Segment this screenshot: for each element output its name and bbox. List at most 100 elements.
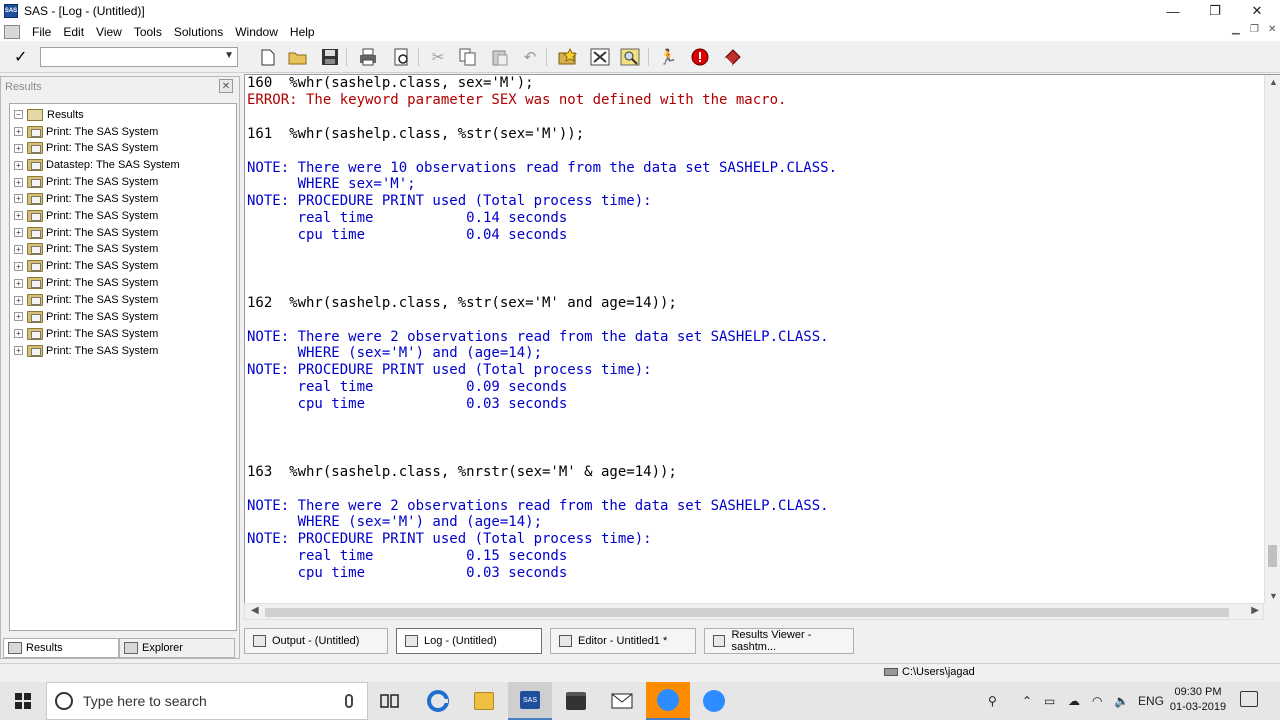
tree-item[interactable]: + Datastep: The SAS System: [14, 157, 180, 174]
open-icon[interactable]: [286, 46, 310, 68]
log-content[interactable]: 160 %whr(sashelp.class, sex='M'); ERROR: …: [245, 75, 1265, 603]
break-icon[interactable]: [688, 46, 712, 68]
help-book-icon[interactable]: [720, 46, 744, 68]
expand-icon[interactable]: +: [14, 278, 23, 288]
document-menu-icon[interactable]: [4, 24, 20, 39]
cloud-icon[interactable]: ☁: [1068, 682, 1080, 720]
scroll-down-icon[interactable]: ▼: [1269, 591, 1278, 601]
expand-icon[interactable]: +: [14, 261, 23, 271]
tree-item[interactable]: + Print: The SAS System: [14, 140, 158, 157]
minimize-button[interactable]: —: [1152, 0, 1194, 22]
expand-icon[interactable]: +: [14, 143, 23, 153]
horizontal-scroll-thumb[interactable]: [265, 608, 1229, 617]
submit-check-icon[interactable]: ✓: [14, 47, 27, 67]
cut-icon[interactable]: ✂: [426, 46, 450, 68]
start-button[interactable]: [0, 682, 46, 720]
tab-results-viewer[interactable]: Results Viewer - sashtm...: [704, 628, 854, 654]
zoom-meeting-icon[interactable]: [692, 682, 736, 720]
menu-tools[interactable]: Tools: [128, 25, 168, 39]
tree-item[interactable]: + Print: The SAS System: [14, 342, 158, 359]
mail-icon[interactable]: [600, 682, 644, 720]
tree-item[interactable]: + Print: The SAS System: [14, 123, 158, 140]
system-clock[interactable]: 09:30 PM 01-03-2019: [1168, 685, 1228, 715]
results-tree[interactable]: − Results + Print: The SAS System + Print: …: [9, 103, 237, 631]
expand-icon[interactable]: +: [14, 244, 23, 254]
expand-icon[interactable]: +: [14, 295, 23, 305]
copy-icon[interactable]: [456, 46, 480, 68]
people-icon[interactable]: ⚲: [988, 682, 997, 720]
volume-icon[interactable]: 🔈: [1114, 682, 1129, 720]
tab-results[interactable]: Results: [3, 638, 119, 658]
zoom-icon[interactable]: [646, 682, 690, 720]
tree-item[interactable]: + Print: The SAS System: [14, 224, 158, 241]
new-library-icon[interactable]: [556, 46, 580, 68]
print-preview-icon[interactable]: [390, 46, 414, 68]
file-explorer-icon[interactable]: [462, 682, 506, 720]
collapse-icon[interactable]: −: [14, 110, 23, 119]
expand-icon[interactable]: +: [14, 177, 23, 187]
battery-icon[interactable]: ▭: [1044, 682, 1055, 720]
tree-item[interactable]: + Print: The SAS System: [14, 292, 158, 309]
new-icon[interactable]: [256, 46, 280, 68]
expand-icon[interactable]: +: [14, 346, 23, 356]
mdi-restore-icon[interactable]: ❐: [1250, 24, 1259, 35]
show-hidden-icons-icon[interactable]: ⌃: [1022, 682, 1032, 720]
horizontal-scrollbar[interactable]: ◀ ▶: [244, 603, 1264, 620]
wifi-icon[interactable]: ◠: [1092, 682, 1102, 720]
close-icon[interactable]: ✕: [219, 79, 233, 93]
expand-icon[interactable]: +: [14, 228, 23, 238]
log-window[interactable]: 160 %whr(sashelp.class, sex='M'); ERROR: …: [244, 74, 1280, 603]
tab-log[interactable]: Log - (Untitled): [396, 628, 542, 654]
scroll-right-icon[interactable]: ▶: [1251, 605, 1259, 616]
menu-file[interactable]: File: [26, 25, 57, 39]
sas-taskbar-icon[interactable]: SAS: [508, 682, 552, 720]
scroll-left-icon[interactable]: ◀: [251, 605, 259, 616]
microphone-icon[interactable]: [345, 694, 353, 708]
print-icon[interactable]: [356, 46, 380, 68]
sas-app-icon[interactable]: SAS: [4, 4, 18, 18]
tab-editor[interactable]: Editor - Untitled1 *: [550, 628, 696, 654]
find-icon[interactable]: [618, 46, 642, 68]
tab-explorer[interactable]: Explorer: [119, 638, 235, 658]
menu-help[interactable]: Help: [284, 25, 321, 39]
current-directory[interactable]: C:\Users\jagad: [884, 666, 975, 678]
chevron-down-icon[interactable]: ▼: [224, 50, 234, 61]
input-language[interactable]: ENG: [1138, 682, 1164, 720]
expand-icon[interactable]: +: [14, 194, 23, 204]
tree-item[interactable]: + Print: The SAS System: [14, 275, 158, 292]
save-icon[interactable]: [318, 46, 342, 68]
expand-icon[interactable]: +: [14, 329, 23, 339]
menu-view[interactable]: View: [90, 25, 128, 39]
edge-browser-icon[interactable]: [416, 682, 460, 720]
tree-item[interactable]: + Print: The SAS System: [14, 190, 158, 207]
mdi-close-icon[interactable]: ✕: [1268, 24, 1276, 35]
vertical-scroll-thumb[interactable]: [1268, 545, 1277, 567]
tree-item[interactable]: + Print: The SAS System: [14, 308, 158, 325]
expand-icon[interactable]: +: [14, 160, 23, 170]
run-submit-icon[interactable]: 🏃: [656, 46, 680, 68]
mdi-minimize-icon[interactable]: ▁: [1232, 24, 1240, 35]
expand-icon[interactable]: +: [14, 211, 23, 221]
action-center-icon[interactable]: [1240, 691, 1258, 707]
expand-icon[interactable]: +: [14, 312, 23, 322]
sas-explorer-icon[interactable]: [588, 46, 612, 68]
restore-button[interactable]: ❐: [1194, 0, 1236, 22]
undo-icon[interactable]: ↶: [518, 46, 542, 68]
tab-output[interactable]: Output - (Untitled): [244, 628, 388, 654]
paste-icon[interactable]: [488, 46, 512, 68]
close-button[interactable]: ✕: [1236, 0, 1278, 22]
taskbar-search[interactable]: Type here to search: [46, 682, 368, 720]
tree-root-results[interactable]: − Results: [14, 106, 84, 123]
tree-item[interactable]: + Print: The SAS System: [14, 258, 158, 275]
menu-edit[interactable]: Edit: [57, 25, 90, 39]
command-box[interactable]: ▼: [40, 47, 238, 67]
tree-item[interactable]: + Print: The SAS System: [14, 174, 158, 191]
expand-icon[interactable]: +: [14, 127, 23, 136]
tree-item[interactable]: + Print: The SAS System: [14, 241, 158, 258]
vertical-scrollbar[interactable]: ▲ ▼: [1264, 75, 1280, 603]
menu-window[interactable]: Window: [229, 25, 284, 39]
scroll-up-icon[interactable]: ▲: [1269, 77, 1278, 87]
tree-item[interactable]: + Print: The SAS System: [14, 325, 158, 342]
tree-item[interactable]: + Print: The SAS System: [14, 207, 158, 224]
menu-solutions[interactable]: Solutions: [168, 25, 229, 39]
